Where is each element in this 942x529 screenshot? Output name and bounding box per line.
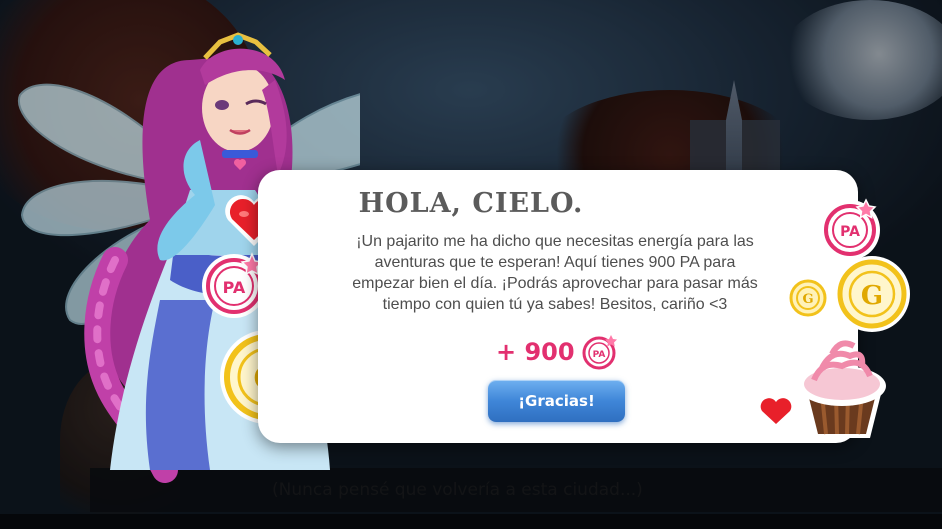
pa-token-icon: PA xyxy=(582,335,617,370)
popup-title: HOLA, CIELO. xyxy=(358,188,584,219)
gold-coin-right-label: G xyxy=(861,281,883,311)
pa-coin-label: PA xyxy=(223,278,246,297)
bottom-strip xyxy=(0,514,942,529)
thanks-button[interactable]: ¡Gracias! xyxy=(488,380,625,422)
reward-amount: + 900 xyxy=(496,338,575,366)
pa-token-label: PA xyxy=(592,350,605,360)
cupcake-icon xyxy=(798,340,886,438)
small-heart-icon xyxy=(757,395,795,428)
pa-coin-right-label: PA xyxy=(840,224,860,240)
small-gold-coin-label: G xyxy=(802,292,813,307)
reward-amount-row: + 900 PA xyxy=(496,334,619,370)
popup-message: ¡Un pajarito me ha dicho que necesitas e… xyxy=(352,233,758,313)
pa-coin-icon-right: PA xyxy=(818,196,884,262)
gold-coin-icon-right: G xyxy=(832,254,912,334)
small-gold-coin-icon: G xyxy=(786,276,830,320)
